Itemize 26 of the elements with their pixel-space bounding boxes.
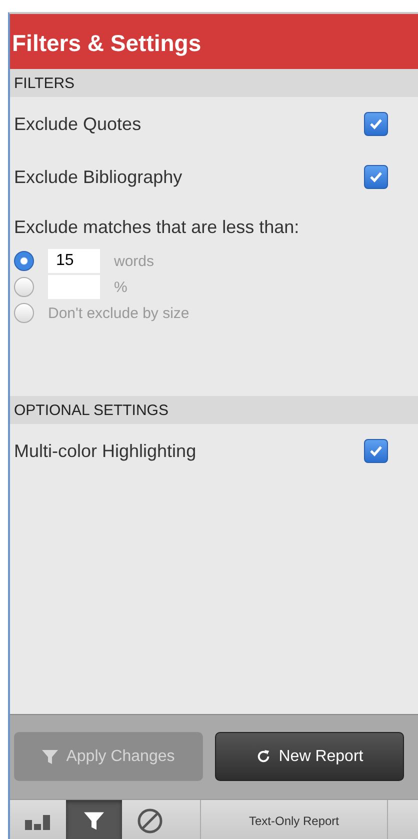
- option-label: Exclude Bibliography: [14, 166, 182, 188]
- filter-question: Exclude matches that are less than:: [13, 216, 300, 239]
- checkmark-icon: [369, 445, 383, 457]
- section-heading: OPTIONAL SETTINGS: [10, 396, 418, 424]
- filter-icon: [83, 810, 105, 830]
- checkmark-icon: [369, 171, 383, 183]
- new-report-button[interactable]: New Report: [215, 732, 404, 781]
- checkmark-icon: [369, 118, 383, 130]
- filter-icon: [42, 748, 58, 764]
- radio-button[interactable]: [14, 303, 34, 323]
- radio-label: Don't exclude by size: [48, 304, 190, 322]
- radio-button[interactable]: [14, 251, 34, 271]
- option-label: Exclude Quotes: [14, 114, 142, 134]
- checkbox[interactable]: [364, 439, 388, 463]
- option-label: Multi-color Highlighting: [14, 440, 196, 462]
- radio-button[interactable]: [14, 277, 34, 297]
- toolbar-tab[interactable]: [66, 800, 122, 839]
- unit-label: %: [114, 278, 128, 296]
- number-field[interactable]: 15: [48, 249, 100, 273]
- panel-title: Filters & Settings: [10, 14, 418, 69]
- prohibited-icon: [137, 808, 163, 834]
- refresh-icon: [256, 749, 271, 764]
- section-heading: FILTERS: [10, 69, 418, 97]
- checkbox[interactable]: [364, 112, 388, 136]
- unit-label: words: [114, 252, 154, 270]
- checkbox[interactable]: [364, 165, 388, 189]
